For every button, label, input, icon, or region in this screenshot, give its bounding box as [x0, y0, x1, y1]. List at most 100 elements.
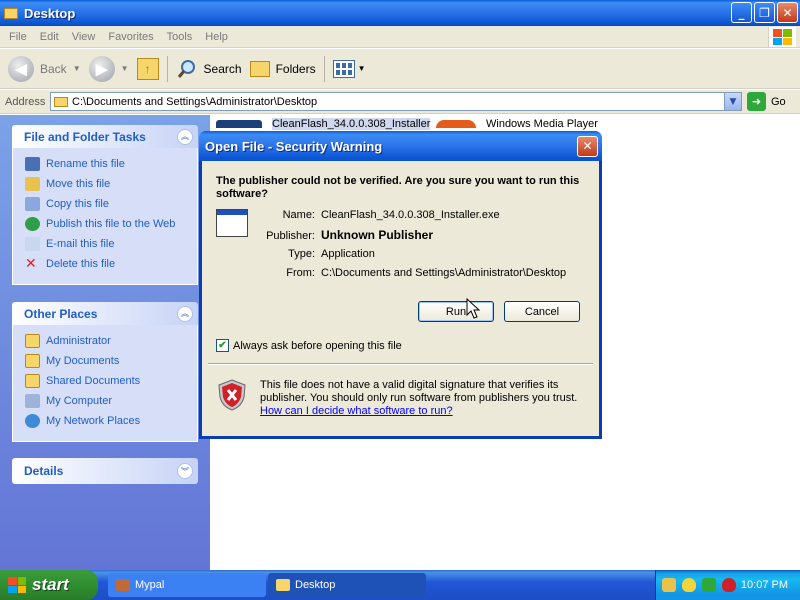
menu-favorites[interactable]: Favorites [108, 31, 153, 43]
task-label: Copy this file [46, 198, 109, 210]
expand-chevron-icon[interactable]: ︾ [177, 463, 193, 479]
other-places-header[interactable]: Other Places ︽ [12, 302, 198, 325]
place-shared-documents[interactable]: Shared Documents [25, 371, 197, 391]
place-my-documents[interactable]: My Documents [25, 351, 197, 371]
menu-bar: File Edit View Favorites Tools Help [0, 26, 800, 48]
dialog-title-bar[interactable]: Open File - Security Warning ✕ [199, 131, 602, 161]
field-publisher: Publisher: Unknown Publisher [254, 228, 433, 242]
place-administrator[interactable]: Administrator [25, 331, 197, 351]
back-label: Back [40, 61, 67, 76]
application-icon [216, 209, 248, 237]
file-item[interactable]: CleanFlash_34.0.0.308_Installer [216, 118, 431, 130]
delete-x-icon: ✕ [25, 256, 37, 272]
tray-network-icon[interactable] [662, 578, 676, 592]
search-label: Search [203, 61, 242, 76]
tray-security-alert-icon[interactable] [722, 578, 736, 592]
email-icon [25, 237, 40, 251]
menu-edit[interactable]: Edit [40, 31, 59, 43]
task-copy[interactable]: Copy this file [25, 194, 197, 214]
network-globe-icon [25, 414, 40, 428]
globe-icon [25, 217, 40, 231]
taskbar: start Mypal Desktop 10:07 PM [0, 570, 800, 600]
views-icon [332, 59, 355, 78]
installer-icon [216, 120, 262, 128]
search-button[interactable]: Search [176, 58, 242, 80]
views-button[interactable]: ▼ [332, 59, 366, 78]
details-header[interactable]: Details ︾ [12, 458, 198, 484]
windows-flag-icon [8, 577, 26, 593]
minimize-button[interactable]: _ [731, 2, 752, 23]
address-bar: Address C:\Documents and Settings\Admini… [0, 90, 800, 114]
window-controls: _ ❐ ✕ [731, 2, 798, 23]
place-my-network-places[interactable]: My Network Places [25, 411, 197, 431]
dialog-body: The publisher could not be verified. Are… [202, 161, 599, 436]
maximize-button[interactable]: ❐ [754, 2, 775, 23]
details-panel: Details ︾ [12, 458, 198, 484]
views-dropdown-icon: ▼ [357, 64, 366, 73]
tray-update-icon[interactable] [702, 578, 716, 592]
menu-tools[interactable]: Tools [167, 31, 193, 43]
forward-button[interactable]: ▶ ▼ [88, 55, 129, 82]
place-my-computer[interactable]: My Computer [25, 391, 197, 411]
up-button[interactable]: ↑ [136, 57, 159, 80]
taskbar-task-desktop[interactable]: Desktop [268, 573, 426, 597]
task-label: Mypal [135, 579, 165, 591]
tray-security-shield-icon[interactable] [682, 578, 696, 592]
folders-button[interactable]: Folders [249, 60, 316, 77]
start-label: start [32, 575, 69, 594]
place-label: My Documents [46, 355, 120, 367]
dialog-close-button[interactable]: ✕ [577, 135, 598, 157]
task-rename[interactable]: Rename this file [25, 154, 197, 174]
menu-view[interactable]: View [72, 31, 96, 43]
close-button[interactable]: ✕ [777, 2, 798, 23]
shared-folder-icon [25, 374, 40, 388]
file-label: CleanFlash_34.0.0.308_Installer [272, 118, 431, 130]
panel-title: File and Folder Tasks [24, 129, 146, 144]
run-button[interactable]: Run [418, 301, 494, 322]
copy-icon [25, 197, 40, 211]
always-ask-checkbox[interactable]: ✔ Always ask before opening this file [216, 339, 402, 352]
other-places-panel: Other Places ︽ Administrator My Document… [12, 302, 198, 442]
field-type: Type: Application [254, 248, 375, 260]
address-input[interactable]: C:\Documents and Settings\Administrator\… [50, 92, 742, 111]
checkmark-icon[interactable]: ✔ [216, 339, 229, 352]
folders-icon [249, 60, 270, 77]
file-item[interactable]: Windows Media Player [436, 118, 598, 130]
task-publish[interactable]: Publish this file to the Web [25, 214, 197, 234]
task-delete[interactable]: ✕ Delete this file [25, 254, 197, 274]
file-folder-tasks-header[interactable]: File and Folder Tasks ︽ [12, 125, 198, 148]
address-dropdown-button[interactable]: ▼ [724, 93, 741, 110]
field-key: Type: [288, 248, 315, 260]
clock[interactable]: 10:07 PM [741, 579, 788, 591]
dialog-title: Open File - Security Warning [205, 138, 383, 154]
back-arrow-icon: ◀ [8, 55, 34, 82]
field-key: From: [286, 267, 315, 279]
collapse-chevron-icon[interactable]: ︽ [177, 128, 193, 145]
checkbox-label: Always ask before opening this file [233, 339, 402, 352]
start-button[interactable]: start [0, 570, 98, 600]
help-link[interactable]: How can I decide what software to run? [260, 405, 453, 417]
folder-icon [25, 334, 40, 348]
cancel-button[interactable]: Cancel [504, 301, 580, 322]
search-icon [177, 59, 195, 78]
windows-logo-icon [768, 27, 796, 47]
panel-title: Details [24, 464, 64, 478]
task-email[interactable]: E-mail this file [25, 234, 197, 254]
go-button[interactable]: ➜ Go [747, 92, 786, 111]
file-folder-tasks-panel: File and Folder Tasks ︽ Rename this file… [12, 125, 198, 285]
field-value: CleanFlash_34.0.0.308_Installer.exe [321, 209, 500, 221]
menu-file[interactable]: File [9, 31, 27, 43]
collapse-chevron-icon[interactable]: ︽ [177, 305, 193, 322]
menu-help[interactable]: Help [205, 31, 228, 43]
mouse-pointer-icon [466, 298, 480, 319]
task-label: Move this file [46, 178, 111, 190]
window-title-bar[interactable]: Desktop _ ❐ ✕ [0, 0, 800, 26]
shield-warning-icon [218, 379, 246, 411]
field-value: C:\Documents and Settings\Administrator\… [321, 267, 567, 279]
window-title: Desktop [24, 5, 76, 21]
toolbar-separator-2 [323, 55, 325, 82]
taskbar-task-mypal[interactable]: Mypal [108, 573, 266, 597]
task-move[interactable]: Move this file [25, 174, 197, 194]
back-button[interactable]: ◀ Back ▼ [8, 55, 81, 82]
security-warning-dialog: Open File - Security Warning ✕ The publi… [199, 131, 602, 439]
